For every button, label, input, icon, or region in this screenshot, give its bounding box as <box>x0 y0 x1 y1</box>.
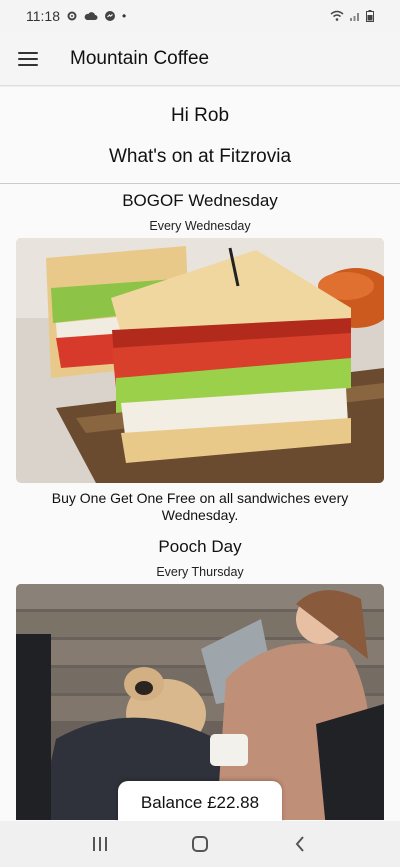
status-time: 11:18 <box>26 8 60 24</box>
divider <box>0 183 400 184</box>
event-title: BOGOF Wednesday <box>122 191 278 210</box>
event-schedule: Every Wednesday <box>149 219 251 233</box>
content-scroll[interactable]: Hi Rob What's on at Fitzrovia BOGOF Wedn… <box>0 87 400 820</box>
battery-icon <box>366 10 374 22</box>
home-icon[interactable] <box>180 829 220 859</box>
menu-icon[interactable] <box>18 51 38 66</box>
status-left: 11:18 • <box>26 8 126 24</box>
settings-icon <box>67 11 77 21</box>
balance-button[interactable]: Balance £22.88 <box>118 781 282 825</box>
app-bar: Mountain Coffee <box>0 32 400 86</box>
event-card[interactable]: Pooch Day Every Thursday <box>0 537 400 820</box>
location-heading: What's on at Fitzrovia <box>108 146 292 167</box>
event-title: Pooch Day <box>158 537 242 556</box>
event-description: Buy One Get One Free on all sandwiches e… <box>51 490 349 523</box>
sandwich-image <box>16 238 384 483</box>
status-right <box>330 10 374 22</box>
messenger-icon <box>105 11 115 21</box>
wifi-icon <box>330 10 344 21</box>
app-title: Mountain Coffee <box>70 47 210 69</box>
recent-apps-icon[interactable] <box>80 829 120 859</box>
system-nav-bar <box>0 821 400 867</box>
event-schedule: Every Thursday <box>156 565 244 579</box>
back-icon[interactable] <box>280 829 320 859</box>
status-dot: • <box>122 9 127 23</box>
event-card[interactable]: BOGOF Wednesday Every Wednesday Buy One … <box>0 191 400 524</box>
cloud-icon <box>84 12 98 20</box>
signal-icon <box>350 13 359 21</box>
greeting: Hi Rob <box>170 105 230 126</box>
status-bar: 11:18 • <box>0 0 400 32</box>
